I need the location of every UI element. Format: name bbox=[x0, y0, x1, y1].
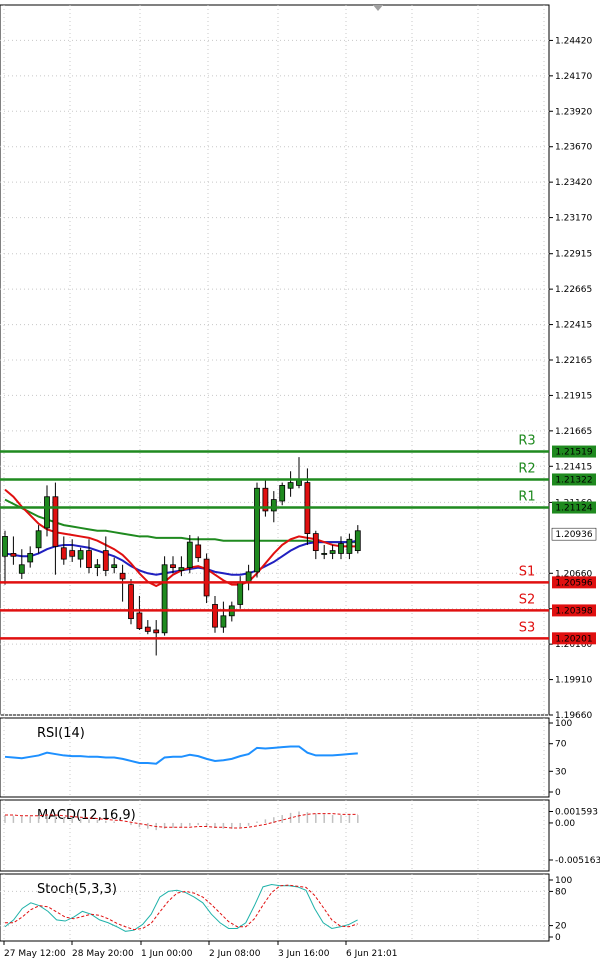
stoch-tick-label: 80 bbox=[555, 887, 567, 897]
time-tick-label: 28 May 20:00 bbox=[72, 949, 134, 959]
level-name-s2: S2 bbox=[519, 592, 536, 607]
candle-body-bear bbox=[128, 584, 134, 620]
macd-tick-label: 0.00 bbox=[555, 819, 575, 829]
candle-body-bear bbox=[69, 550, 76, 557]
time-tick-label: 6 Jun 21:01 bbox=[346, 949, 397, 959]
rsi-title: RSI(14) bbox=[37, 726, 85, 741]
candle bbox=[128, 578, 134, 625]
price-tick-label: 1.21415 bbox=[555, 462, 592, 472]
stoch-tick-label: 100 bbox=[555, 876, 572, 886]
candle-body-bull bbox=[161, 564, 168, 634]
time-tick-label: 27 May 12:00 bbox=[4, 949, 66, 959]
price-tick-label: 1.24420 bbox=[555, 36, 592, 46]
candle-body-bear bbox=[203, 558, 210, 597]
candle-body-bull bbox=[279, 485, 286, 502]
stoch-panel: 10080 200 Stoch(5,3,3) bbox=[0, 873, 572, 943]
time-tick-label: 2 Jun 08:00 bbox=[209, 949, 261, 959]
level-name-r1: R1 bbox=[518, 490, 535, 505]
candle-body-bull bbox=[35, 530, 42, 549]
candle-body-bull bbox=[220, 615, 227, 628]
level-price-s2: 1.20398 bbox=[555, 606, 592, 616]
level-name-r2: R2 bbox=[518, 461, 535, 476]
level-price-r3: 1.21519 bbox=[555, 448, 592, 458]
candle-body-bear bbox=[212, 604, 218, 628]
candle-body-bull bbox=[77, 550, 84, 560]
price-tick-label: 1.24170 bbox=[555, 72, 592, 82]
stoch-tick-label: 20 bbox=[555, 922, 567, 932]
forex-chart: 1.24420 1.24170 1.23920 1.23670 1.23420 1.231… bbox=[0, 4, 600, 959]
candle bbox=[203, 553, 210, 604]
stoch-title: Stoch(5,3,3) bbox=[37, 882, 117, 897]
candle-body-bull bbox=[254, 487, 260, 573]
price-tick-label: 1.22915 bbox=[555, 250, 592, 260]
rsi-panel: 100 70 30 0 RSI(14) bbox=[0, 717, 572, 798]
candle-body-bull bbox=[237, 581, 244, 605]
level-name-r3: R3 bbox=[518, 434, 535, 449]
candle-body-bull bbox=[94, 564, 101, 569]
rsi-tick-label: 70 bbox=[555, 740, 567, 750]
level-price-r2: 1.21322 bbox=[555, 475, 592, 485]
candle-body-bull bbox=[338, 543, 344, 554]
price-tick-label: 1.22415 bbox=[555, 321, 592, 331]
price-panel-frame bbox=[0, 4, 550, 716]
price-tick-label: 1.23170 bbox=[555, 214, 592, 224]
candle-body-bull bbox=[27, 553, 34, 563]
candle-body-bull bbox=[354, 530, 361, 552]
candle bbox=[254, 482, 260, 578]
candle-body-bear bbox=[52, 496, 59, 547]
rsi-tick-label: 30 bbox=[555, 767, 567, 777]
current-price-label: 1.20936 bbox=[555, 530, 592, 540]
candle-body-bear bbox=[153, 629, 160, 634]
price-tick-label: 1.23670 bbox=[555, 143, 592, 153]
candle-body-bear bbox=[195, 544, 202, 559]
candle-body-bull bbox=[270, 499, 277, 512]
level-price-s3: 1.20201 bbox=[555, 634, 592, 644]
candle-body-bear bbox=[60, 547, 67, 560]
time-axis: 27 May 12:00 28 May 20:00 1 Jun 00:00 2 Jun… bbox=[3, 941, 397, 959]
level-price-s1: 1.20596 bbox=[555, 578, 592, 588]
candle-body-bear bbox=[144, 626, 151, 632]
rsi-tick-label: 100 bbox=[555, 719, 572, 729]
candle-body-bull bbox=[287, 482, 294, 489]
price-tick-label: 1.22665 bbox=[555, 285, 592, 295]
candle-body-bear bbox=[10, 553, 17, 557]
candle-body-bear bbox=[102, 550, 109, 571]
candle-body-bear bbox=[312, 533, 319, 552]
candle-body-bear bbox=[136, 612, 143, 629]
price-panel: 1.24420 1.24170 1.23920 1.23670 1.23420 1.231… bbox=[0, 4, 597, 721]
stoch-tick-label: 0 bbox=[555, 933, 561, 943]
price-tick-label: 1.21665 bbox=[555, 427, 592, 437]
candle bbox=[161, 556, 168, 636]
price-tick-label: 1.23920 bbox=[555, 107, 592, 117]
candle-body-bull bbox=[329, 550, 336, 554]
macd-panel: 0.0015930.00-0.005163MACD(12,16,9) bbox=[0, 799, 600, 872]
candle-body-bull bbox=[111, 564, 118, 569]
macd-tick-label: -0.005163 bbox=[555, 856, 600, 866]
candle-body-bull bbox=[2, 536, 8, 557]
level-name-s1: S1 bbox=[519, 564, 536, 579]
price-tick-label: 1.22165 bbox=[555, 356, 592, 366]
price-tick-label: 1.23420 bbox=[555, 178, 592, 188]
candle-body-bull bbox=[321, 553, 328, 555]
candle-body-bull bbox=[178, 567, 185, 571]
price-tick-label: 1.21915 bbox=[555, 391, 592, 401]
rsi-tick-label: 0 bbox=[555, 788, 561, 798]
level-price-r1: 1.21124 bbox=[555, 504, 592, 514]
candle-body-bear bbox=[119, 572, 126, 580]
candle-body-bear bbox=[86, 550, 92, 569]
time-tick-label: 1 Jun 00:00 bbox=[141, 949, 193, 959]
candle-body-bear bbox=[170, 564, 176, 569]
candle-body-bull bbox=[18, 564, 25, 574]
candle-body-bull bbox=[44, 496, 50, 529]
level-name-s3: S3 bbox=[519, 620, 536, 635]
candle-body-bull bbox=[245, 571, 252, 583]
candle-body-bull bbox=[186, 541, 193, 569]
time-tick-label: 3 Jun 16:00 bbox=[278, 949, 330, 959]
macd-tick-label: 0.001593 bbox=[555, 808, 598, 818]
candle-body-bull bbox=[346, 538, 353, 554]
price-tick-label: 1.19910 bbox=[555, 676, 592, 686]
